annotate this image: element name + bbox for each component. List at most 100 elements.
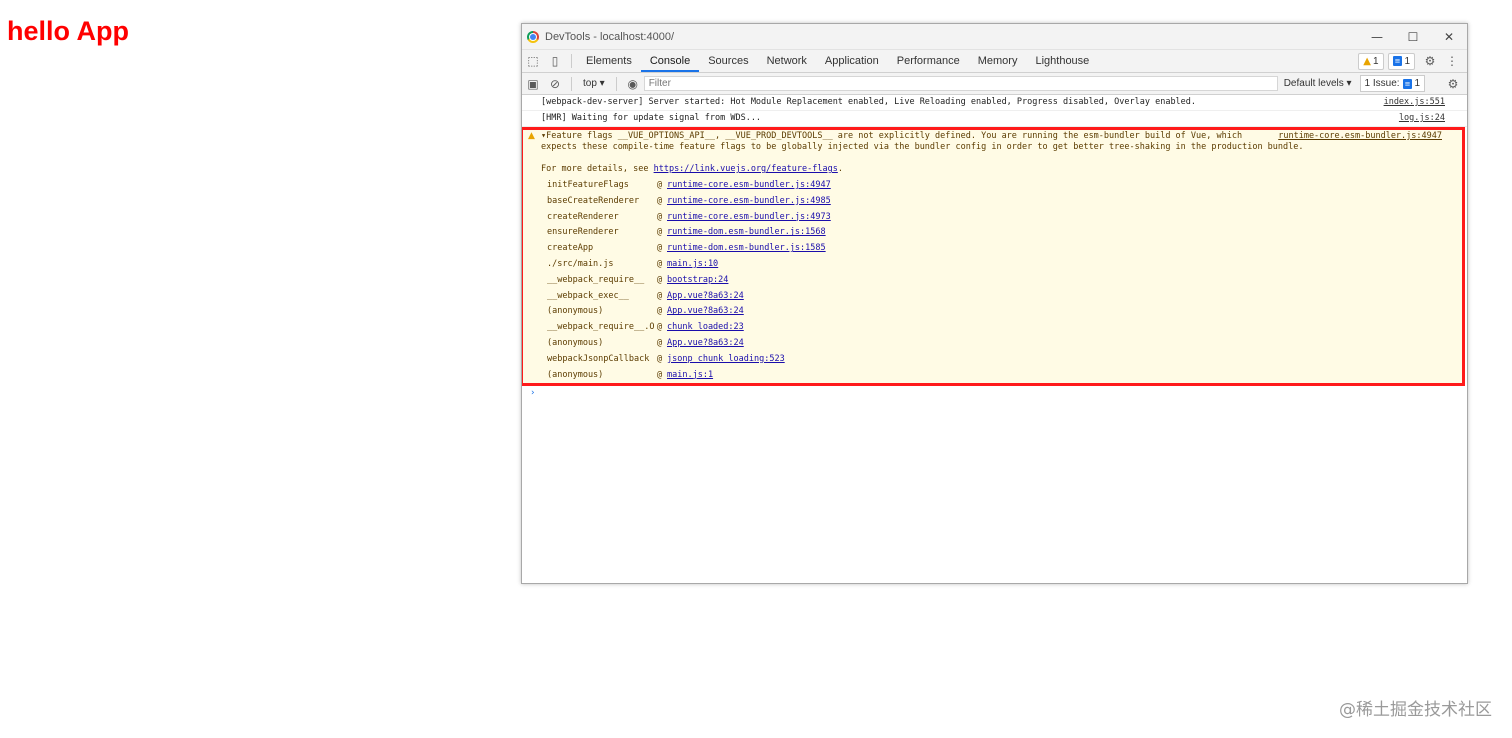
window-title: DevTools - localhost:4000/ xyxy=(545,30,675,43)
at-symbol: @ xyxy=(657,322,663,333)
at-symbol: @ xyxy=(657,211,663,222)
divider xyxy=(571,54,572,68)
stack-frame-link[interactable]: runtime-dom.esm-bundler.js:1585 xyxy=(667,241,826,257)
warning-text-line: expects these compile-time feature flags… xyxy=(541,142,1304,152)
stack-frame: initFeatureFlags @ runtime-core.esm-bundle… xyxy=(547,178,1462,194)
stack-frame-function: __webpack_require__.O xyxy=(547,322,655,333)
page-heading: hello App xyxy=(7,16,129,46)
tab-memory[interactable]: Memory xyxy=(969,50,1027,72)
filter-input[interactable] xyxy=(643,76,1278,91)
stack-frame: ensureRenderer @ runtime-dom.esm-bundler.j… xyxy=(547,225,1462,241)
warning-message-highlighted: ▲ runtime-core.esm-bundler.js:4947 ▾Feat… xyxy=(522,127,1465,386)
stack-frame: ./src/main.js @ main.js:10 xyxy=(547,257,1462,273)
stack-frame-function: ./src/main.js xyxy=(547,258,614,269)
stack-frame-function: createRenderer xyxy=(547,211,619,222)
stack-frame-link[interactable]: main.js:1 xyxy=(667,368,713,384)
issues-button[interactable]: 1 Issue: ≡ 1 xyxy=(1359,75,1425,92)
tab-elements[interactable]: Elements xyxy=(577,50,641,72)
stack-frame: __webpack_require__.O @ chunk loaded:23 xyxy=(547,320,1462,336)
stack-frame-function: (anonymous) xyxy=(547,369,604,380)
stack-frame: webpackJsonpCallback @ jsonp chunk loading… xyxy=(547,352,1462,368)
issue-icon: ≡ xyxy=(1402,78,1413,89)
issues-count: 1 xyxy=(1414,78,1420,89)
console-output: [webpack-dev-server] Server started: Hot… xyxy=(522,95,1467,400)
messages-badge[interactable]: ≡ 1 xyxy=(1387,52,1415,70)
tab-console[interactable]: Console xyxy=(640,50,700,72)
live-expression-eye-icon[interactable]: ◉ xyxy=(622,73,644,95)
stack-frame-link[interactable]: main.js:10 xyxy=(667,257,718,273)
stack-frame: (anonymous) @ App.vue?8a63:24 xyxy=(547,336,1462,352)
source-link[interactable]: index.js:551 xyxy=(1384,95,1445,110)
at-symbol: @ xyxy=(657,274,663,285)
at-symbol: @ xyxy=(657,258,663,269)
console-settings-gear-icon[interactable]: ⚙ xyxy=(1442,73,1464,95)
stack-frame: createRenderer @ runtime-core.esm-bundler.… xyxy=(547,210,1462,226)
at-symbol: @ xyxy=(657,180,663,190)
at-symbol: @ xyxy=(657,195,663,206)
warning-source-link[interactable]: runtime-core.esm-bundler.js:4947 xyxy=(1278,131,1442,142)
stack-frame-function: webpackJsonpCallback xyxy=(547,353,650,364)
stack-frame-function: baseCreateRenderer xyxy=(547,195,640,206)
stack-frame-link[interactable]: bootstrap:24 xyxy=(667,273,728,289)
console-prompt[interactable]: › xyxy=(522,386,1467,400)
stack-frame-function: __webpack_require__ xyxy=(547,274,645,285)
divider xyxy=(615,76,617,91)
details-suffix: . xyxy=(837,164,843,174)
tab-network[interactable]: Network xyxy=(758,50,816,72)
at-symbol: @ xyxy=(657,337,663,348)
warning-details: For more details, see https://link.vuejs… xyxy=(541,164,1462,175)
log-levels-dropdown[interactable]: Default levels ▾ xyxy=(1284,78,1352,89)
clear-console-icon[interactable]: ⊘ xyxy=(544,73,566,95)
stack-frame-link[interactable]: runtime-core.esm-bundler.js:4985 xyxy=(667,194,831,210)
tab-performance[interactable]: Performance xyxy=(888,50,969,72)
stack-frame-link[interactable]: runtime-core.esm-bundler.js:4947 xyxy=(667,178,831,194)
stack-frame-function: (anonymous) xyxy=(547,306,604,317)
tab-lighthouse[interactable]: Lighthouse xyxy=(1026,50,1098,72)
maximize-button[interactable]: ☐ xyxy=(1395,24,1431,49)
message-icon: ≡ xyxy=(1392,56,1403,66)
sidebar-toggle-icon[interactable]: ▣ xyxy=(522,73,544,95)
stack-frame-link[interactable]: runtime-core.esm-bundler.js:4973 xyxy=(667,210,831,226)
context-selector[interactable]: top ▾ xyxy=(577,78,611,89)
inspect-element-icon[interactable]: ⬚ xyxy=(522,50,544,72)
at-symbol: @ xyxy=(657,306,663,317)
warnings-count: 1 xyxy=(1373,55,1379,67)
tab-application[interactable]: Application xyxy=(816,50,888,72)
stack-frame: (anonymous) @ main.js:1 xyxy=(547,368,1462,384)
panel-tabbar: ⬚ ▯ Elements Console Sources Network Applica… xyxy=(522,50,1467,73)
stack-frame-function: ensureRenderer xyxy=(547,227,619,238)
messages-count: 1 xyxy=(1404,55,1410,67)
at-symbol: @ xyxy=(657,290,663,301)
minimize-button[interactable]: — xyxy=(1359,24,1395,49)
stack-frame: __webpack_require__ @ bootstrap:24 xyxy=(547,273,1462,289)
stack-frame-link[interactable]: App.vue?8a63:24 xyxy=(667,289,744,305)
stack-frame: (anonymous) @ App.vue?8a63:24 xyxy=(547,304,1462,320)
warning-icon: ▲ xyxy=(528,131,535,141)
close-button[interactable]: ✕ xyxy=(1431,24,1467,49)
stack-frame-link[interactable]: chunk loaded:23 xyxy=(667,320,744,336)
details-prefix: For more details, see xyxy=(541,164,654,174)
at-symbol: @ xyxy=(657,353,663,364)
settings-gear-icon[interactable]: ⚙ xyxy=(1419,50,1441,72)
device-toolbar-icon[interactable]: ▯ xyxy=(544,50,566,72)
source-link[interactable]: log.js:24 xyxy=(1399,111,1445,126)
stack-frame-function: (anonymous) xyxy=(547,337,604,348)
stack-frame-link[interactable]: runtime-dom.esm-bundler.js:1568 xyxy=(667,225,826,241)
stack-frame-function: initFeatureFlags xyxy=(547,180,629,190)
stack-frame: __webpack_exec__ @ App.vue?8a63:24 xyxy=(547,289,1462,305)
stack-frame-function: __webpack_exec__ xyxy=(547,290,629,301)
watermark: @稀土掘金技术社区 xyxy=(1339,700,1492,720)
stack-frame-function: createApp xyxy=(547,243,594,254)
tab-sources[interactable]: Sources xyxy=(699,50,757,72)
stack-frame-link[interactable]: App.vue?8a63:24 xyxy=(667,336,744,352)
title-bar: DevTools - localhost:4000/ — ☐ ✕ xyxy=(522,24,1467,50)
warnings-badge[interactable]: ▲ 1 xyxy=(1358,52,1384,70)
at-symbol: @ xyxy=(657,227,663,238)
stack-frame-link[interactable]: jsonp chunk loading:523 xyxy=(667,352,785,368)
stack-frame-link[interactable]: App.vue?8a63:24 xyxy=(667,304,744,320)
console-message: [HMR] Waiting for update signal from WDS… xyxy=(522,111,1467,127)
feature-flags-doc-link[interactable]: https://link.vuejs.org/feature-flags xyxy=(654,164,838,174)
log-text: [webpack-dev-server] Server started: Hot… xyxy=(541,97,1197,107)
chrome-logo-icon xyxy=(527,30,539,43)
more-options-icon[interactable]: ⋮ xyxy=(1441,50,1463,72)
